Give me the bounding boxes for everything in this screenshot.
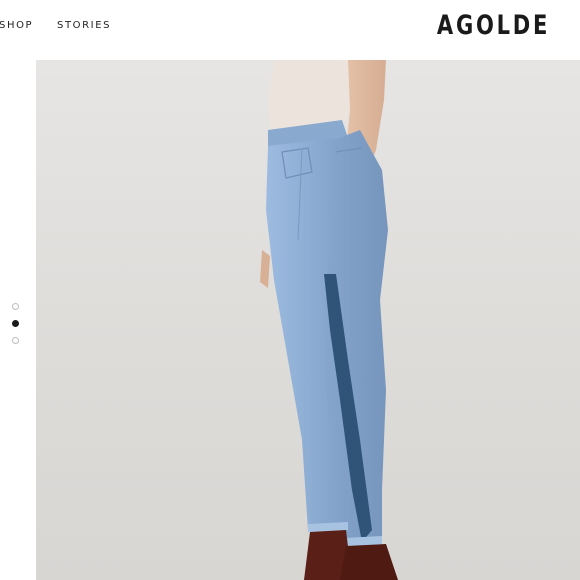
nav-stories-link[interactable]: STORIES bbox=[57, 20, 111, 31]
carousel-dot-2-active[interactable] bbox=[12, 320, 19, 327]
nav-shop-link[interactable]: SHOP bbox=[0, 20, 33, 31]
top-navigation: SHOP STORIES AGOLDE bbox=[0, 0, 580, 60]
carousel-dot-3[interactable] bbox=[12, 337, 19, 344]
brand-logo[interactable]: AGOLDE bbox=[437, 10, 550, 41]
hero-product-image bbox=[36, 60, 580, 580]
carousel-pagination bbox=[12, 303, 22, 354]
jeans-model-photo bbox=[260, 60, 398, 580]
carousel-dot-1[interactable] bbox=[12, 303, 19, 310]
